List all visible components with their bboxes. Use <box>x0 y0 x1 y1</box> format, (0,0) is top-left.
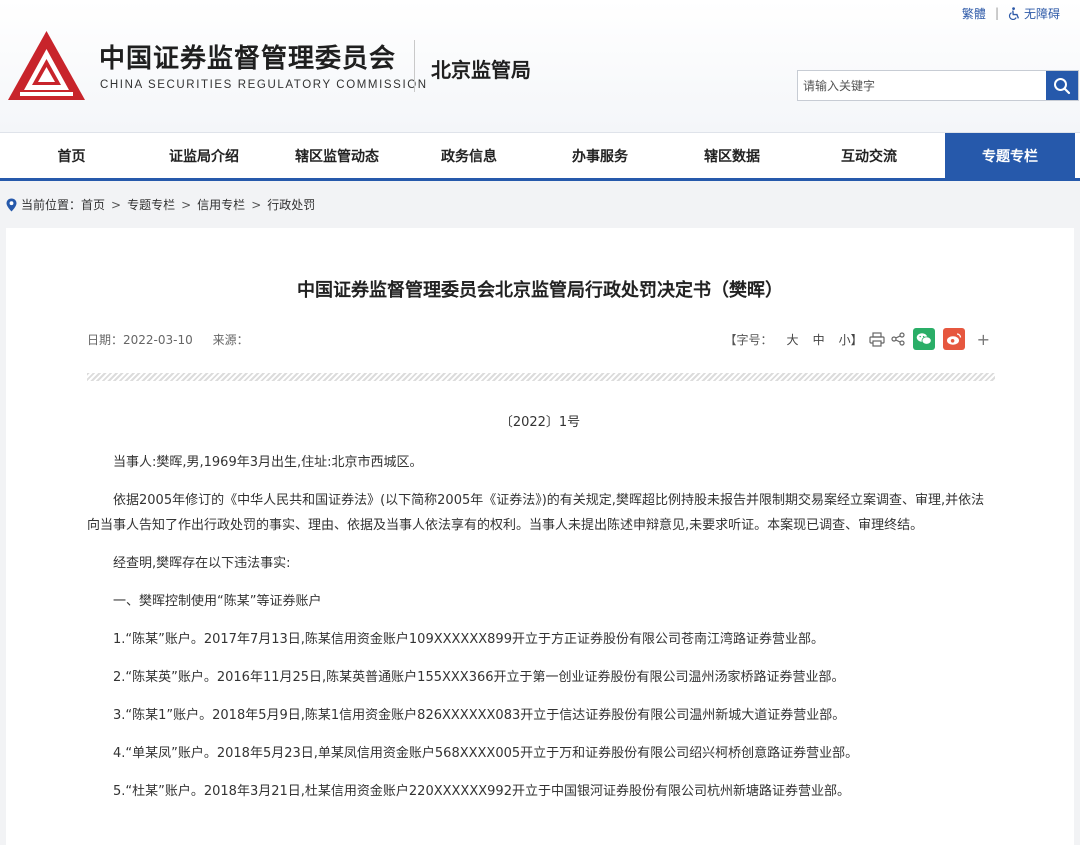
article-tools: 【字号： 大 中 小】 + <box>725 328 990 350</box>
breadcrumb-separator: > <box>181 197 192 212</box>
org-name-en: CHINA SECURITIES REGULATORY COMMISSION <box>100 79 428 91</box>
paragraph-section-1: 一、樊晖控制使用“陈某”等证券账户 <box>113 594 322 609</box>
article-card: 中国证券监督管理委员会北京监管局行政处罚决定书（樊晖） 日期：2022-03-1… <box>6 228 1074 845</box>
breadcrumb-home[interactable]: 首页 <box>81 196 105 213</box>
breadcrumb-prefix: 当前位置： <box>21 198 82 212</box>
article-title: 中国证券监督管理委员会北京监管局行政处罚决定书（樊晖） <box>297 280 783 301</box>
wechat-icon <box>916 333 932 345</box>
font-size-label: 【字号： <box>724 332 773 347</box>
breadcrumb-special-topics[interactable]: 专题专栏 <box>127 196 175 213</box>
article-meta: 日期：2022-03-10 来源： <box>87 331 249 348</box>
accessibility-label: 无障碍 <box>1023 6 1060 21</box>
nav-item-bureau-intro[interactable]: 证监局介绍 <box>143 133 265 179</box>
share-icon <box>890 332 905 346</box>
nav-item-government-info[interactable]: 政务信息 <box>409 133 529 179</box>
main-nav: 首页 证监局介绍 辖区监管动态 政务信息 办事服务 辖区数据 互动交流 专题专栏 <box>0 132 1080 179</box>
nav-item-special-topics[interactable]: 专题专栏 <box>945 133 1075 179</box>
nav-underline <box>0 178 1080 181</box>
search-box <box>797 70 1079 101</box>
font-size-large-button[interactable]: 大 <box>787 331 799 348</box>
printer-icon <box>868 331 885 347</box>
share-button[interactable] <box>890 332 905 346</box>
location-pin-icon <box>6 198 17 211</box>
weibo-share-button[interactable] <box>942 328 965 350</box>
breadcrumb-separator: > <box>251 197 262 212</box>
paragraph-party: 当事人:樊晖,男,1969年3月出生,住址:北京市西城区。 <box>113 455 423 470</box>
search-icon <box>1054 77 1071 94</box>
paragraph-findings-intro: 经查明,樊晖存在以下违法事实: <box>113 556 291 571</box>
nav-item-services[interactable]: 办事服务 <box>529 133 671 179</box>
paragraph-account-3: 3.“陈某1”账户。2018年5月9日,陈某1信用资金账户826XXXXXX08… <box>113 708 846 723</box>
csrc-logo-icon[interactable] <box>6 29 87 102</box>
wechat-share-button[interactable] <box>912 328 935 350</box>
print-button[interactable] <box>868 331 885 347</box>
font-size-small-button[interactable]: 小】 <box>839 331 863 348</box>
paragraph-account-4: 4.“单某凤”账户。2018年5月23日,单某凤信用资金账户568XXXX005… <box>113 746 859 761</box>
article-source: 来源： <box>212 333 249 347</box>
plus-icon: + <box>976 329 990 349</box>
breadcrumb-administrative-penalty[interactable]: 行政处罚 <box>267 196 315 213</box>
nav-item-home[interactable]: 首页 <box>0 133 143 179</box>
wheelchair-icon <box>1008 6 1020 20</box>
document-number: 〔2022〕1号 <box>499 415 581 430</box>
breadcrumb-separator: > <box>111 197 122 212</box>
more-share-button[interactable]: + <box>977 330 990 349</box>
weibo-icon <box>946 333 961 345</box>
breadcrumb: 当前位置： 首页 > 专题专栏 > 信用专栏 > 行政处罚 <box>6 196 315 213</box>
accessibility-link[interactable]: 无障碍 <box>1008 5 1060 22</box>
bureau-name: 北京监管局 <box>431 58 531 82</box>
org-name-cn: 中国证券监督管理委员会 <box>99 44 397 74</box>
traditional-chinese-link[interactable]: 繁體 <box>962 5 986 22</box>
top-links-divider: | <box>994 6 999 20</box>
article-body: 当事人:樊晖,男,1969年3月出生,住址:北京市西城区。 依据2005年修订的… <box>87 450 997 817</box>
hatched-divider <box>87 373 995 381</box>
publish-date: 日期：2022-03-10 <box>87 333 193 347</box>
nav-item-regulatory-news[interactable]: 辖区监管动态 <box>265 133 409 179</box>
paragraph-account-1: 1.“陈某”账户。2017年7月13日,陈某信用资金账户109XXXXXX899… <box>113 632 824 647</box>
paragraph-account-5: 5.“杜某”账户。2018年3月21日,杜某信用资金账户220XXXXXX992… <box>113 784 850 799</box>
font-size-medium-button[interactable]: 中 <box>813 331 825 348</box>
site-header: 繁體 | 无障碍 中国证券监督管理委员会 CHINA SECURITIES RE… <box>0 0 1080 132</box>
logo-divider <box>414 40 415 92</box>
search-input[interactable] <box>798 71 1046 100</box>
top-links: 繁體 | 无障碍 <box>962 4 1060 22</box>
search-button[interactable] <box>1046 71 1078 100</box>
nav-item-interaction[interactable]: 互动交流 <box>793 133 945 179</box>
breadcrumb-credit-column[interactable]: 信用专栏 <box>197 196 245 213</box>
paragraph-account-2: 2.“陈某英”账户。2016年11月25日,陈某英普通账户155XXX366开立… <box>113 670 845 685</box>
nav-item-regional-data[interactable]: 辖区数据 <box>671 133 793 179</box>
paragraph-basis: 依据2005年修订的《中华人民共和国证券法》(以下简称2005年《证券法》)的有… <box>87 493 985 533</box>
